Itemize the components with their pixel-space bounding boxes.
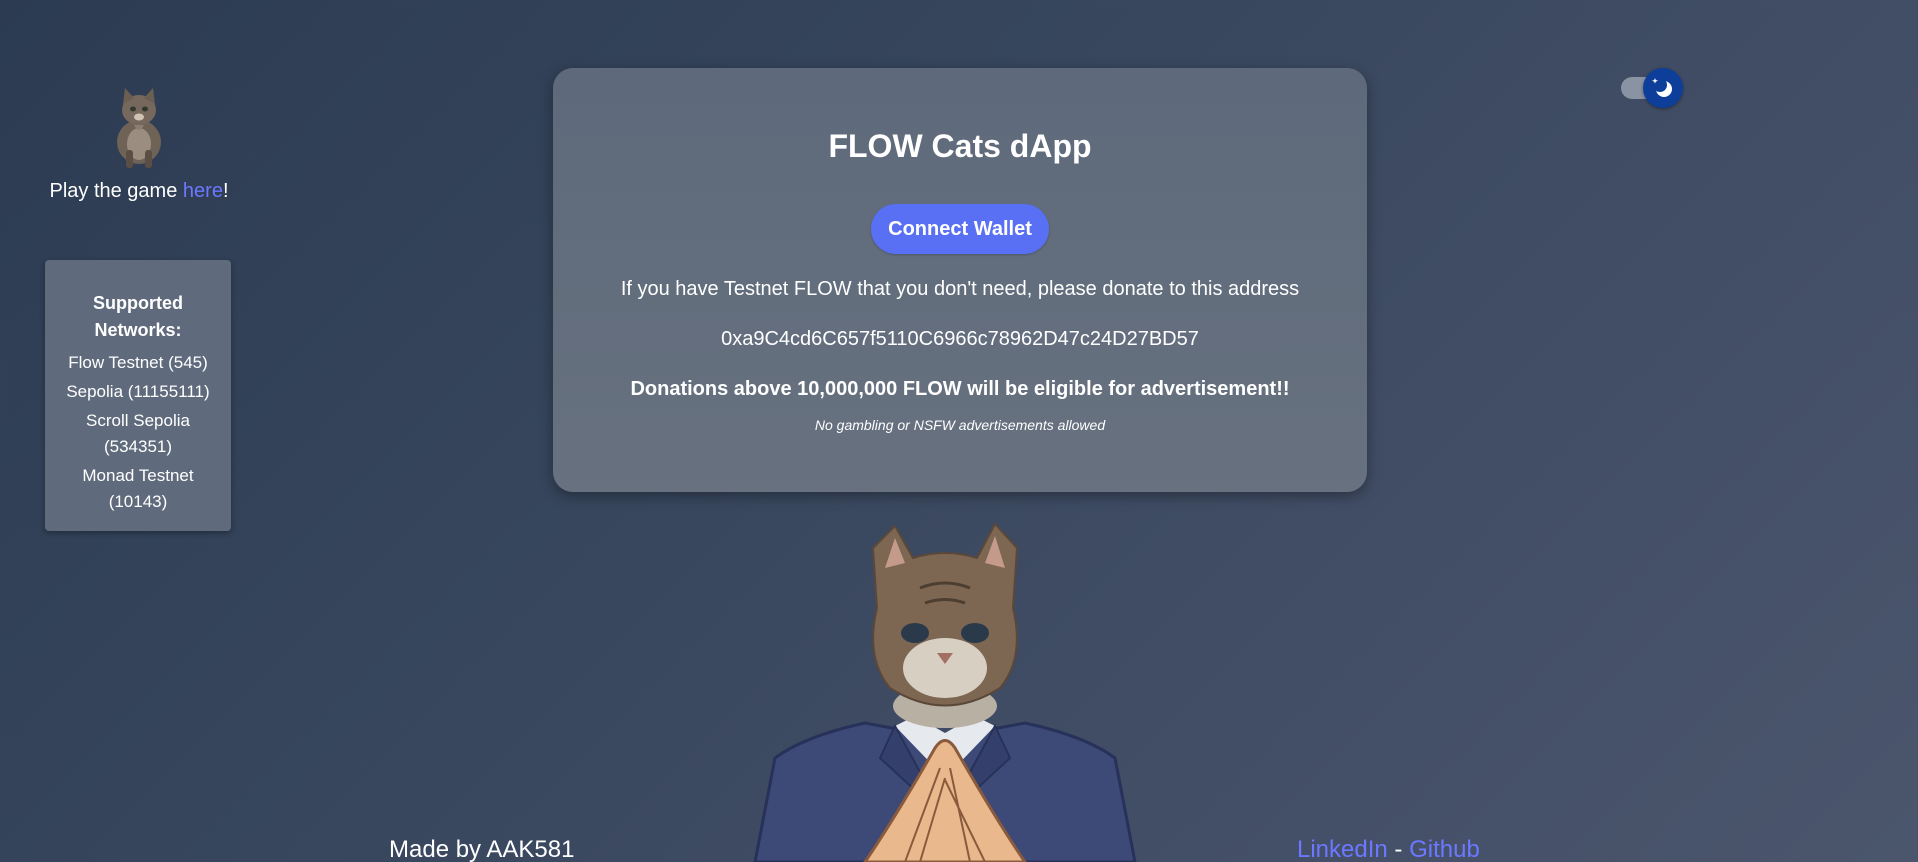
theme-toggle[interactable] (1621, 68, 1683, 108)
toggle-knob (1643, 68, 1683, 108)
main-card: FLOW Cats dApp Connect Wallet If you hav… (553, 68, 1367, 492)
linkedin-link[interactable]: LinkedIn (1297, 836, 1388, 862)
made-by-text: Made by AAK581 (389, 836, 575, 862)
cat-businessman-image (753, 522, 1137, 862)
supported-networks-card: Supported Networks: Flow Testnet (545) S… (45, 260, 231, 531)
footer-links: LinkedIn - Github (1297, 836, 1480, 862)
connect-wallet-button[interactable]: Connect Wallet (871, 204, 1049, 254)
play-prefix: Play the game (49, 180, 183, 202)
network-item: Monad Testnet (10143) (82, 466, 194, 511)
donation-notice: Donations above 10,000,000 FLOW will be … (630, 378, 1290, 400)
play-game-text: Play the game here! (40, 180, 238, 203)
play-game-link[interactable]: here (183, 180, 223, 202)
sidebar: Play the game here! (40, 80, 238, 203)
footer-separator: - (1387, 836, 1410, 862)
ad-policy-note: No gambling or NSFW advertisements allow… (814, 417, 1106, 433)
donation-address: 0xa9C4cd6C657f5110C6966c78962D47c24D27BD… (721, 328, 1199, 350)
network-item: Flow Testnet (545) (68, 353, 208, 372)
network-item: Sepolia (11155111) (66, 382, 210, 401)
networks-title: Supported Networks: (93, 293, 183, 340)
network-item: Scroll Sepolia (534351) (86, 411, 190, 456)
cat-sitting-image (117, 88, 161, 168)
github-link[interactable]: Github (1409, 836, 1480, 862)
app-title: FLOW Cats dApp (828, 128, 1092, 164)
moon-icon (1652, 78, 1672, 97)
play-suffix: ! (222, 180, 229, 202)
donate-text: If you have Testnet FLOW that you don't … (620, 278, 1300, 300)
